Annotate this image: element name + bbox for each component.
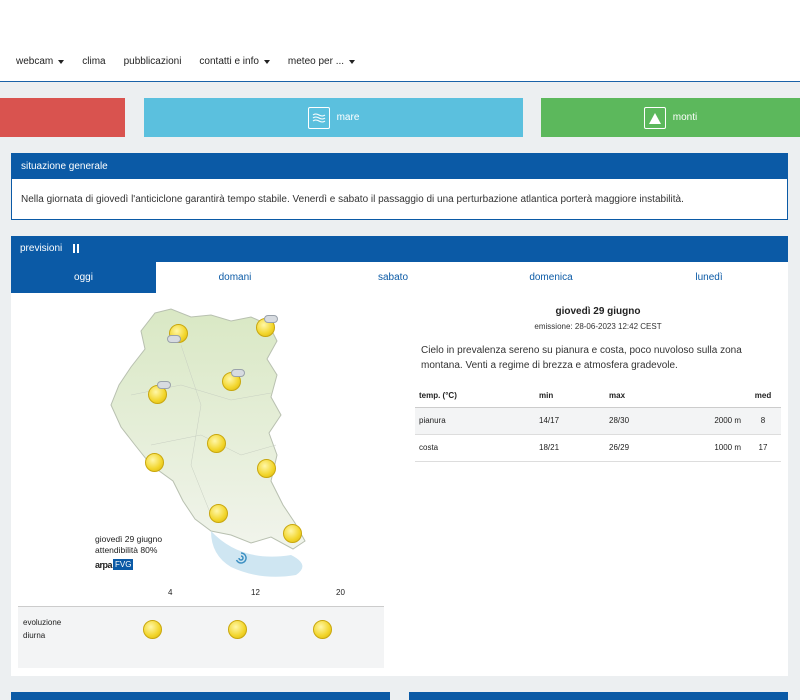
tile-mare-label: mare: [336, 112, 360, 123]
detail-description: Cielo in prevalenza sereno su pianura e …: [421, 345, 742, 371]
situation-title: situazione generale: [12, 154, 787, 179]
table-row: costa 18/21 26/29 1000 m 17: [415, 434, 781, 462]
logo-badge: FVG: [113, 559, 134, 570]
tile-monti-label: monti: [672, 112, 698, 123]
bottom-panel-header-left: [11, 692, 390, 700]
pause-icon[interactable]: [73, 243, 80, 253]
map-caption-date: giovedì 29 giugno: [95, 534, 163, 544]
hour-label: 12: [251, 588, 260, 597]
forecast-header: previsioni: [11, 236, 788, 262]
logo-text: arpa: [95, 559, 113, 570]
nav-meteo-per[interactable]: meteo per ...: [288, 56, 356, 67]
detail-emission: emissione: 28-06-2023 12:42 CEST: [534, 322, 662, 331]
tile-mare[interactable]: mare: [144, 98, 523, 137]
hour-label: 20: [336, 588, 345, 597]
temperature-table: temp. (°C) min max med pianura 14/17 28/…: [415, 385, 781, 462]
tile-monti[interactable]: monti: [541, 98, 800, 137]
arpa-fvg-logo: arpa FVG: [95, 559, 134, 570]
day-tabs: oggi domani sabato domenica lunedì: [11, 262, 788, 293]
waves-icon: [307, 106, 330, 129]
col-header: med: [745, 385, 781, 408]
nav-clima[interactable]: clima: [82, 56, 105, 67]
sun-icon: [145, 453, 164, 472]
forecast-detail: giovedì 29 giugno emissione: 28-06-2023 …: [415, 305, 781, 462]
table-cell: 28/30: [605, 407, 665, 435]
tab-domani[interactable]: domani: [156, 262, 314, 293]
map-caption-reliability: attendibilità 80%: [95, 545, 158, 555]
cloud-icon: [231, 369, 245, 377]
table-cell: 1000 m: [665, 434, 745, 462]
nav-contatti[interactable]: contatti e info: [199, 56, 270, 67]
sun-icon: [257, 459, 276, 478]
table-cell: 2000 m: [665, 407, 745, 435]
cloud-icon: [157, 381, 171, 389]
hour-label: 4: [168, 588, 173, 597]
table-cell: 26/29: [605, 434, 665, 462]
sun-icon: [207, 434, 226, 453]
table-cell: 18/21: [535, 434, 605, 462]
sun-icon: [283, 524, 302, 543]
top-header: webcam clima pubblicazioni contatti e in…: [0, 0, 800, 82]
col-header: min: [535, 385, 605, 408]
bottom-panel-header-right: [409, 692, 788, 700]
cloud-icon: [167, 335, 181, 343]
table-cell: 14/17: [535, 407, 605, 435]
col-header: [665, 385, 745, 408]
situation-panel: situazione generale Nella giornata di gi…: [11, 153, 788, 220]
tab-domenica[interactable]: domenica: [472, 262, 630, 293]
wind-swirl-icon: [235, 552, 247, 564]
situation-text: Nella giornata di giovedì l'anticiclone …: [21, 194, 684, 205]
caret-down-icon: [58, 59, 65, 64]
forecast-title: previsioni: [20, 243, 63, 254]
table-header-row: temp. (°C) min max med: [415, 385, 781, 408]
caret-down-icon: [349, 59, 356, 64]
table-cell: pianura: [415, 407, 535, 435]
main-nav: webcam clima pubblicazioni contatti e in…: [16, 56, 373, 67]
tab-sabato[interactable]: sabato: [314, 262, 472, 293]
tile-red[interactable]: [0, 98, 125, 137]
table-row: pianura 14/17 28/30 2000 m 8: [415, 407, 781, 435]
sun-icon: [313, 620, 332, 639]
table-cell: 17: [745, 434, 781, 462]
forecast-panel: previsioni oggi domani sabato domenica l…: [11, 236, 788, 676]
daily-evolution: evoluzione diurna: [18, 606, 384, 668]
col-header: temp. (°C): [415, 385, 535, 408]
table-cell: costa: [415, 434, 535, 462]
map-caption: giovedì 29 giugno attendibilità 80%: [95, 534, 162, 556]
cloud-icon: [264, 315, 278, 323]
mountain-icon: [643, 106, 666, 129]
detail-date: giovedì 29 giugno: [555, 306, 641, 317]
sun-icon: [228, 620, 247, 639]
col-header: max: [605, 385, 665, 408]
sun-icon: [143, 620, 162, 639]
tab-lunedi[interactable]: lunedì: [630, 262, 788, 293]
nav-webcam[interactable]: webcam: [16, 56, 65, 67]
evolution-label: evoluzione diurna: [23, 618, 62, 640]
caret-down-icon: [263, 59, 270, 64]
sun-icon: [209, 504, 228, 523]
nav-pubblicazioni[interactable]: pubblicazioni: [124, 56, 182, 67]
tab-oggi[interactable]: oggi: [11, 262, 156, 293]
table-cell: 8: [745, 407, 781, 435]
